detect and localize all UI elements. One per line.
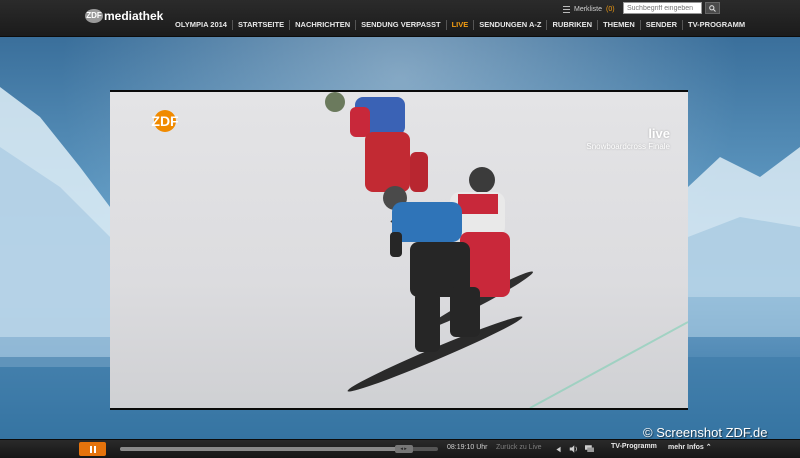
search-input[interactable] — [623, 2, 702, 14]
pause-icon-bar — [93, 445, 96, 453]
volume-button[interactable] — [567, 442, 580, 456]
zdf-channel-logo: ZDF — [151, 110, 179, 132]
more-info-button[interactable]: mehr Infos ⌃ — [668, 443, 712, 451]
progress-fill — [120, 447, 413, 451]
video-player[interactable]: ZDF live Snowboardcross Finale — [110, 90, 688, 410]
nav-olympia[interactable]: OLYMPIA 2014 — [170, 20, 232, 30]
watchlist-count: (0) — [606, 5, 615, 13]
video-frame[interactable]: ZDF live Snowboardcross Finale — [110, 92, 688, 408]
video-scene — [325, 92, 688, 408]
main-nav: OLYMPIA 2014 STARTSEITE NACHRICHTEN SEND… — [170, 19, 750, 31]
watchlist-link[interactable]: Merkliste (0) — [563, 3, 615, 15]
pause-button[interactable] — [79, 442, 106, 456]
volume-icon — [569, 445, 577, 453]
chevron-up-icon: ⌃ — [705, 444, 712, 451]
screenshot-watermark: © Screenshot ZDF.de — [643, 425, 768, 440]
nav-live[interactable]: LIVE — [445, 20, 474, 30]
nav-sender[interactable]: SENDER — [639, 20, 682, 30]
player-controls: ◂ ▸ 08:19:10 Uhr Zurück zu Live TV-Progr… — [0, 439, 800, 458]
top-bar: ZDF mediathek Merkliste (0) OLYMPIA 2014… — [0, 0, 800, 37]
live-badge: live — [648, 126, 670, 141]
rewind-icon — [556, 446, 561, 452]
chat-icon — [585, 445, 594, 452]
nav-sendungen-a-z[interactable]: SENDUNGEN A-Z — [473, 20, 546, 30]
nav-startseite[interactable]: STARTSEITE — [231, 20, 289, 30]
pause-icon — [89, 445, 92, 453]
chat-button[interactable] — [583, 442, 596, 456]
zdf-logo-badge: ZDF — [85, 9, 103, 23]
nav-nachrichten[interactable]: NACHRICHTEN — [289, 20, 355, 30]
progress-bar[interactable]: ◂ ▸ — [120, 445, 438, 453]
rewind-button[interactable] — [552, 442, 565, 456]
list-icon — [563, 5, 570, 13]
back-to-live-button[interactable]: Zurück zu Live — [496, 444, 542, 451]
nav-tv-programm[interactable]: TV-PROGRAMM — [682, 20, 750, 30]
nav-themen[interactable]: THEMEN — [597, 20, 640, 30]
video-caption: Snowboardcross Finale — [586, 142, 670, 151]
search-icon — [709, 4, 716, 12]
more-info-label: mehr Infos — [668, 444, 704, 451]
zdf-logo-circle: ZDF — [151, 110, 179, 132]
watchlist-label: Merkliste — [574, 5, 603, 13]
nav-sendung-verpasst[interactable]: SENDUNG VERPASST — [355, 20, 445, 30]
brand-name: mediathek — [104, 9, 164, 23]
search-button[interactable] — [705, 2, 720, 14]
zdf-mediathek-logo[interactable]: ZDF mediathek — [85, 8, 163, 24]
current-time: 08:19:10 Uhr — [447, 444, 488, 451]
progress-handle[interactable]: ◂ ▸ — [394, 445, 413, 453]
tv-program-button[interactable]: TV-Programm — [611, 443, 657, 450]
nav-rubriken[interactable]: RUBRIKEN — [546, 20, 597, 30]
